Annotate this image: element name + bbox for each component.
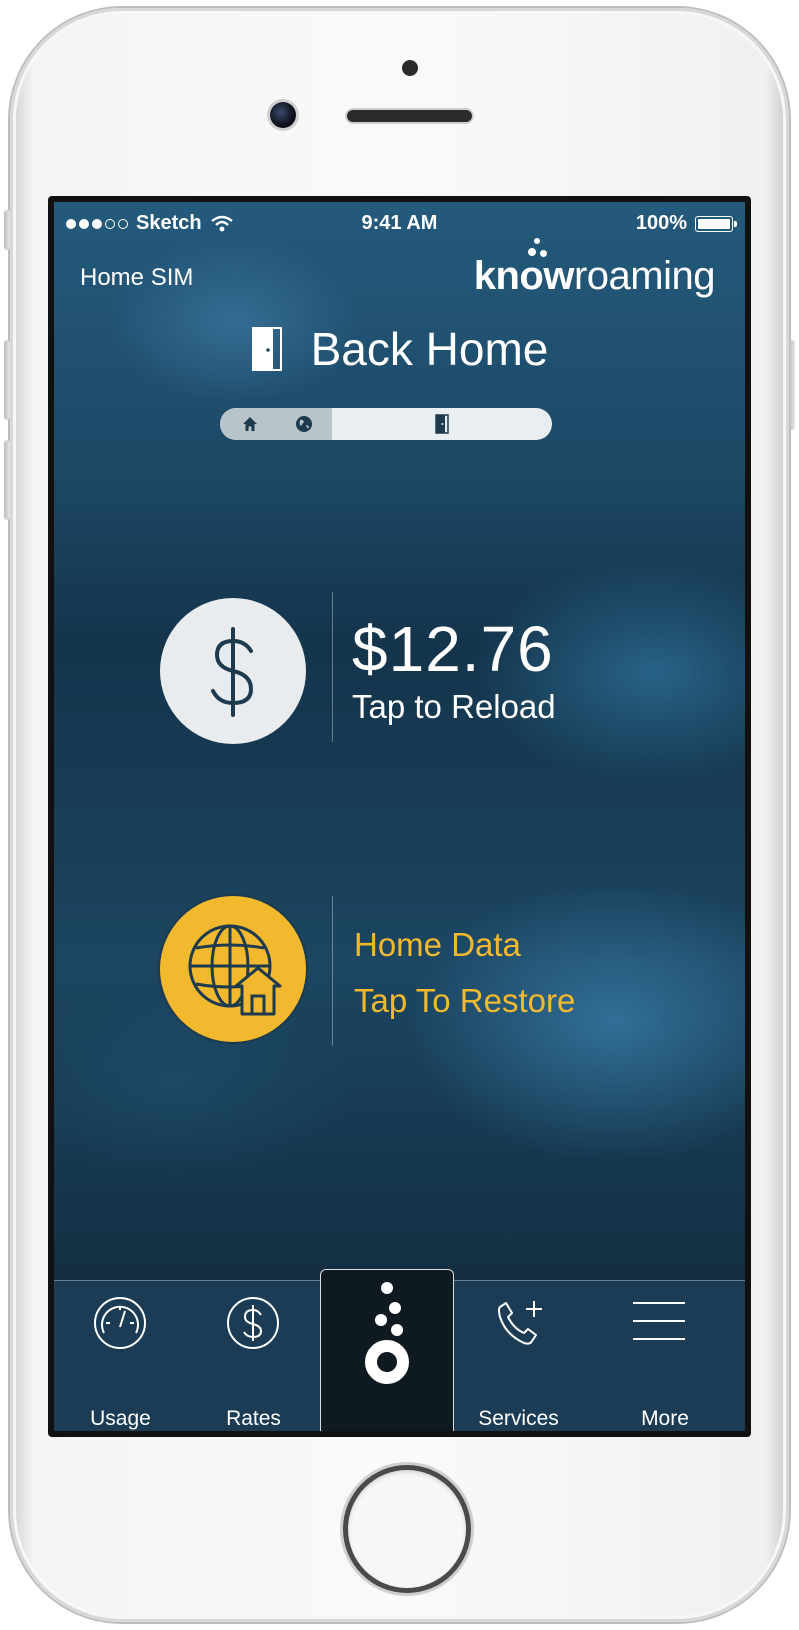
mute-switch	[4, 210, 10, 250]
home-data-title: Home Data	[354, 926, 521, 963]
tab-bar: Usage Rates Services More	[54, 1269, 745, 1431]
reload-label[interactable]: Tap to Reload	[352, 688, 556, 726]
mode-switch-track	[220, 408, 332, 440]
reload-balance-card[interactable]: $12.76 Tap to Reload	[160, 592, 680, 752]
logo-roaming: roaming	[573, 254, 716, 298]
app-screen: Sketch 9:41 AM 100% Home SIM knowroaming	[54, 202, 745, 1431]
phone-plus-icon	[498, 1301, 542, 1345]
door-icon	[251, 327, 282, 371]
balance-amount: $12.76	[352, 613, 554, 685]
page-title: Back Home	[310, 323, 549, 375]
volume-up-button	[4, 340, 10, 420]
tab-label: Rates	[226, 1407, 281, 1430]
battery-percent: 100%	[635, 212, 687, 234]
gauge-icon	[94, 1297, 146, 1349]
power-button	[789, 340, 795, 430]
home-data-card[interactable]: Home Data Tap To Restore	[160, 896, 720, 1056]
restore-label[interactable]: Tap To Restore	[354, 982, 575, 1020]
card-divider	[332, 592, 333, 742]
page-title-row: Back Home	[54, 322, 745, 376]
knowroaming-logo: knowroaming	[473, 238, 716, 299]
tab-label: More	[641, 1407, 689, 1430]
tab-home-logo[interactable]	[320, 1269, 454, 1431]
tab-services[interactable]: Services	[452, 1281, 585, 1431]
tab-label: Usage	[90, 1407, 151, 1430]
battery-icon	[695, 215, 737, 232]
sim-label[interactable]: Home SIM	[80, 264, 193, 292]
volume-down-button	[4, 440, 10, 520]
dollar-icon[interactable]	[160, 598, 306, 744]
dollar-icon	[227, 1297, 279, 1349]
door-icon[interactable]	[432, 414, 452, 434]
mode-switch[interactable]	[220, 408, 552, 440]
logo-know: know	[473, 254, 575, 298]
tab-usage[interactable]: Usage	[54, 1281, 187, 1431]
card-divider	[332, 896, 333, 1046]
tab-rates[interactable]: Rates	[187, 1281, 320, 1431]
proximity-sensor	[402, 60, 418, 76]
home-icon[interactable]	[240, 414, 260, 434]
earpiece-speaker	[347, 110, 472, 122]
menu-icon	[633, 1302, 685, 1340]
tab-label: Services	[478, 1407, 559, 1430]
status-bar: Sketch 9:41 AM 100%	[54, 202, 745, 242]
home-button[interactable]	[348, 1470, 466, 1588]
knowroaming-logo-icon	[365, 1282, 409, 1384]
front-camera	[270, 102, 296, 128]
globe-icon[interactable]	[294, 414, 314, 434]
tab-more[interactable]: More	[585, 1281, 745, 1431]
globe-home-icon[interactable]	[160, 896, 306, 1042]
